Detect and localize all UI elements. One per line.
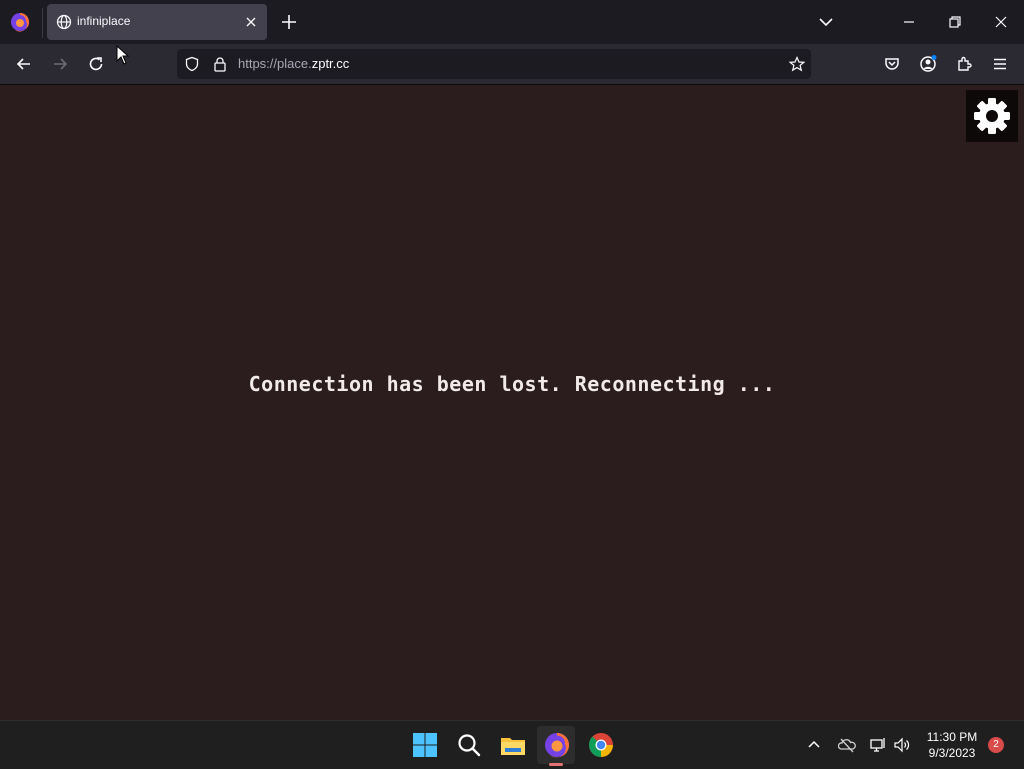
windows-taskbar: 11:30 PM 9/3/2023 2 — [0, 720, 1024, 769]
clock-time: 11:30 PM — [926, 730, 978, 744]
clock-date: 9/3/2023 — [928, 746, 976, 760]
network-icon[interactable] — [869, 736, 887, 754]
account-icon[interactable] — [918, 54, 938, 74]
url-prefix: https://place. — [238, 56, 312, 71]
hamburger-menu-icon[interactable] — [990, 54, 1010, 74]
chrome-icon[interactable] — [587, 731, 615, 759]
search-icon[interactable] — [455, 731, 483, 759]
reload-icon[interactable] — [86, 54, 106, 74]
extensions-icon[interactable] — [954, 54, 974, 74]
tab-strip: infiniplace — [0, 0, 1024, 44]
list-all-tabs-icon[interactable] — [816, 12, 836, 32]
notification-badge[interactable]: 2 — [988, 737, 1004, 753]
pocket-icon[interactable] — [882, 54, 902, 74]
forward-icon[interactable] — [50, 54, 70, 74]
tab-infiniplace[interactable]: infiniplace — [47, 4, 267, 40]
firefox-menu-icon[interactable] — [10, 12, 30, 32]
chevron-up-icon[interactable] — [805, 736, 823, 754]
url-text[interactable]: https://place.zptr.cc — [238, 56, 349, 71]
tracking-protection-shield-icon[interactable] — [184, 56, 200, 72]
address-bar[interactable]: https://place.zptr.cc — [177, 49, 811, 79]
mouse-cursor-icon — [116, 45, 130, 65]
tab-title: infiniplace — [77, 14, 131, 28]
globe-icon — [56, 14, 72, 30]
close-window-icon[interactable] — [991, 12, 1011, 32]
lock-icon[interactable] — [212, 56, 228, 72]
gear-icon — [974, 98, 1010, 134]
navigation-bar: https://place.zptr.cc — [0, 44, 1024, 85]
minimize-icon[interactable] — [899, 12, 919, 32]
restore-icon[interactable] — [945, 12, 965, 32]
volume-icon[interactable] — [893, 736, 911, 754]
system-clock[interactable]: 11:30 PM 9/3/2023 — [922, 729, 982, 761]
onedrive-offline-icon[interactable] — [838, 736, 856, 754]
connection-lost-message: Connection has been lost. Reconnecting .… — [248, 372, 776, 396]
bookmark-star-icon[interactable] — [789, 56, 805, 72]
tab-separator — [42, 8, 43, 38]
close-tab-icon[interactable] — [243, 14, 259, 30]
new-tab-icon[interactable] — [280, 13, 298, 31]
page-content: Connection has been lost. Reconnecting .… — [0, 85, 1024, 720]
firefox-running-indicator — [549, 763, 563, 766]
url-domain: zptr.cc — [311, 56, 350, 71]
settings-button[interactable] — [966, 90, 1018, 142]
windows-start-icon[interactable] — [411, 731, 439, 759]
back-icon[interactable] — [14, 54, 34, 74]
firefox-taskbar-icon[interactable] — [543, 731, 571, 759]
file-explorer-icon[interactable] — [499, 731, 527, 759]
